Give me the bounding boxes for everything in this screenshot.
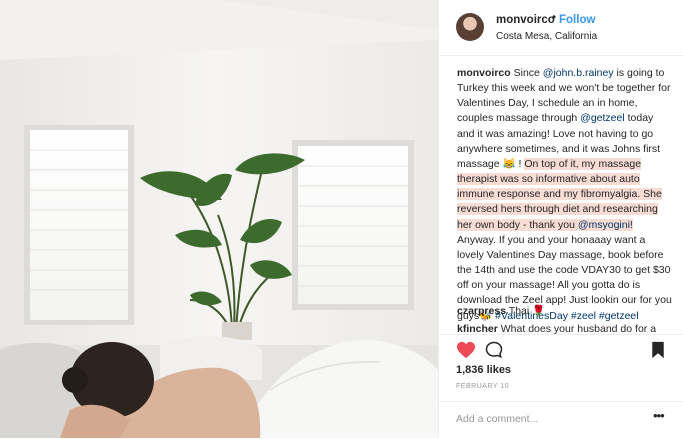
rose-icon: 🌹 [532,305,546,317]
comment-text: What does your husband do for a [497,323,657,334]
location-link[interactable]: Costa Mesa, California [496,31,597,42]
mention-link[interactable]: @msyogini [577,218,630,231]
caption-username[interactable]: monvoirco [457,67,511,79]
comment-icon[interactable] [485,341,503,359]
heart-icon[interactable] [456,341,476,359]
more-options-icon[interactable]: ••• [653,408,665,423]
mention-link[interactable]: @getzeel [580,112,625,124]
post-caption: monvoirco Since @john.b.rainey is going … [457,66,672,324]
follow-button[interactable]: Follow [559,14,595,26]
add-comment-bar: Add a comment... ••• [439,401,683,439]
post-sidebar: monvoirco • Follow Costa Mesa, Californi… [438,0,683,438]
post-actions: 1,836 likes FEBRUARY 10 Add a comment...… [439,334,683,438]
add-comment-input[interactable]: Add a comment... [456,413,538,425]
mention-link[interactable]: @john.b.rainey [543,67,614,79]
bookmark-icon[interactable] [651,341,665,359]
likes-count[interactable]: 1,836 likes [456,364,511,376]
caption-text: Since [510,67,543,79]
header-username[interactable]: monvoirco [496,14,555,26]
separator-dot: • [552,12,557,24]
comments-section[interactable]: monvoirco Since @john.b.rainey is going … [439,56,683,334]
comment: kfincher What does your husband do for a [457,322,672,334]
comment: czarpress Thai 🌹 [457,304,672,318]
comment-username[interactable]: kfincher [457,323,498,334]
instagram-post: monvoirco • Follow Costa Mesa, Californi… [0,0,683,438]
post-date: FEBRUARY 10 [456,383,510,390]
highlighted-text: ! [629,218,633,231]
comment-text: Thai [506,305,533,317]
post-photo[interactable] [0,0,438,438]
post-header: monvoirco • Follow Costa Mesa, Californi… [439,0,683,56]
photo-illustration [0,0,438,438]
avatar[interactable] [456,13,484,41]
comment-username[interactable]: czarpress [457,305,506,317]
